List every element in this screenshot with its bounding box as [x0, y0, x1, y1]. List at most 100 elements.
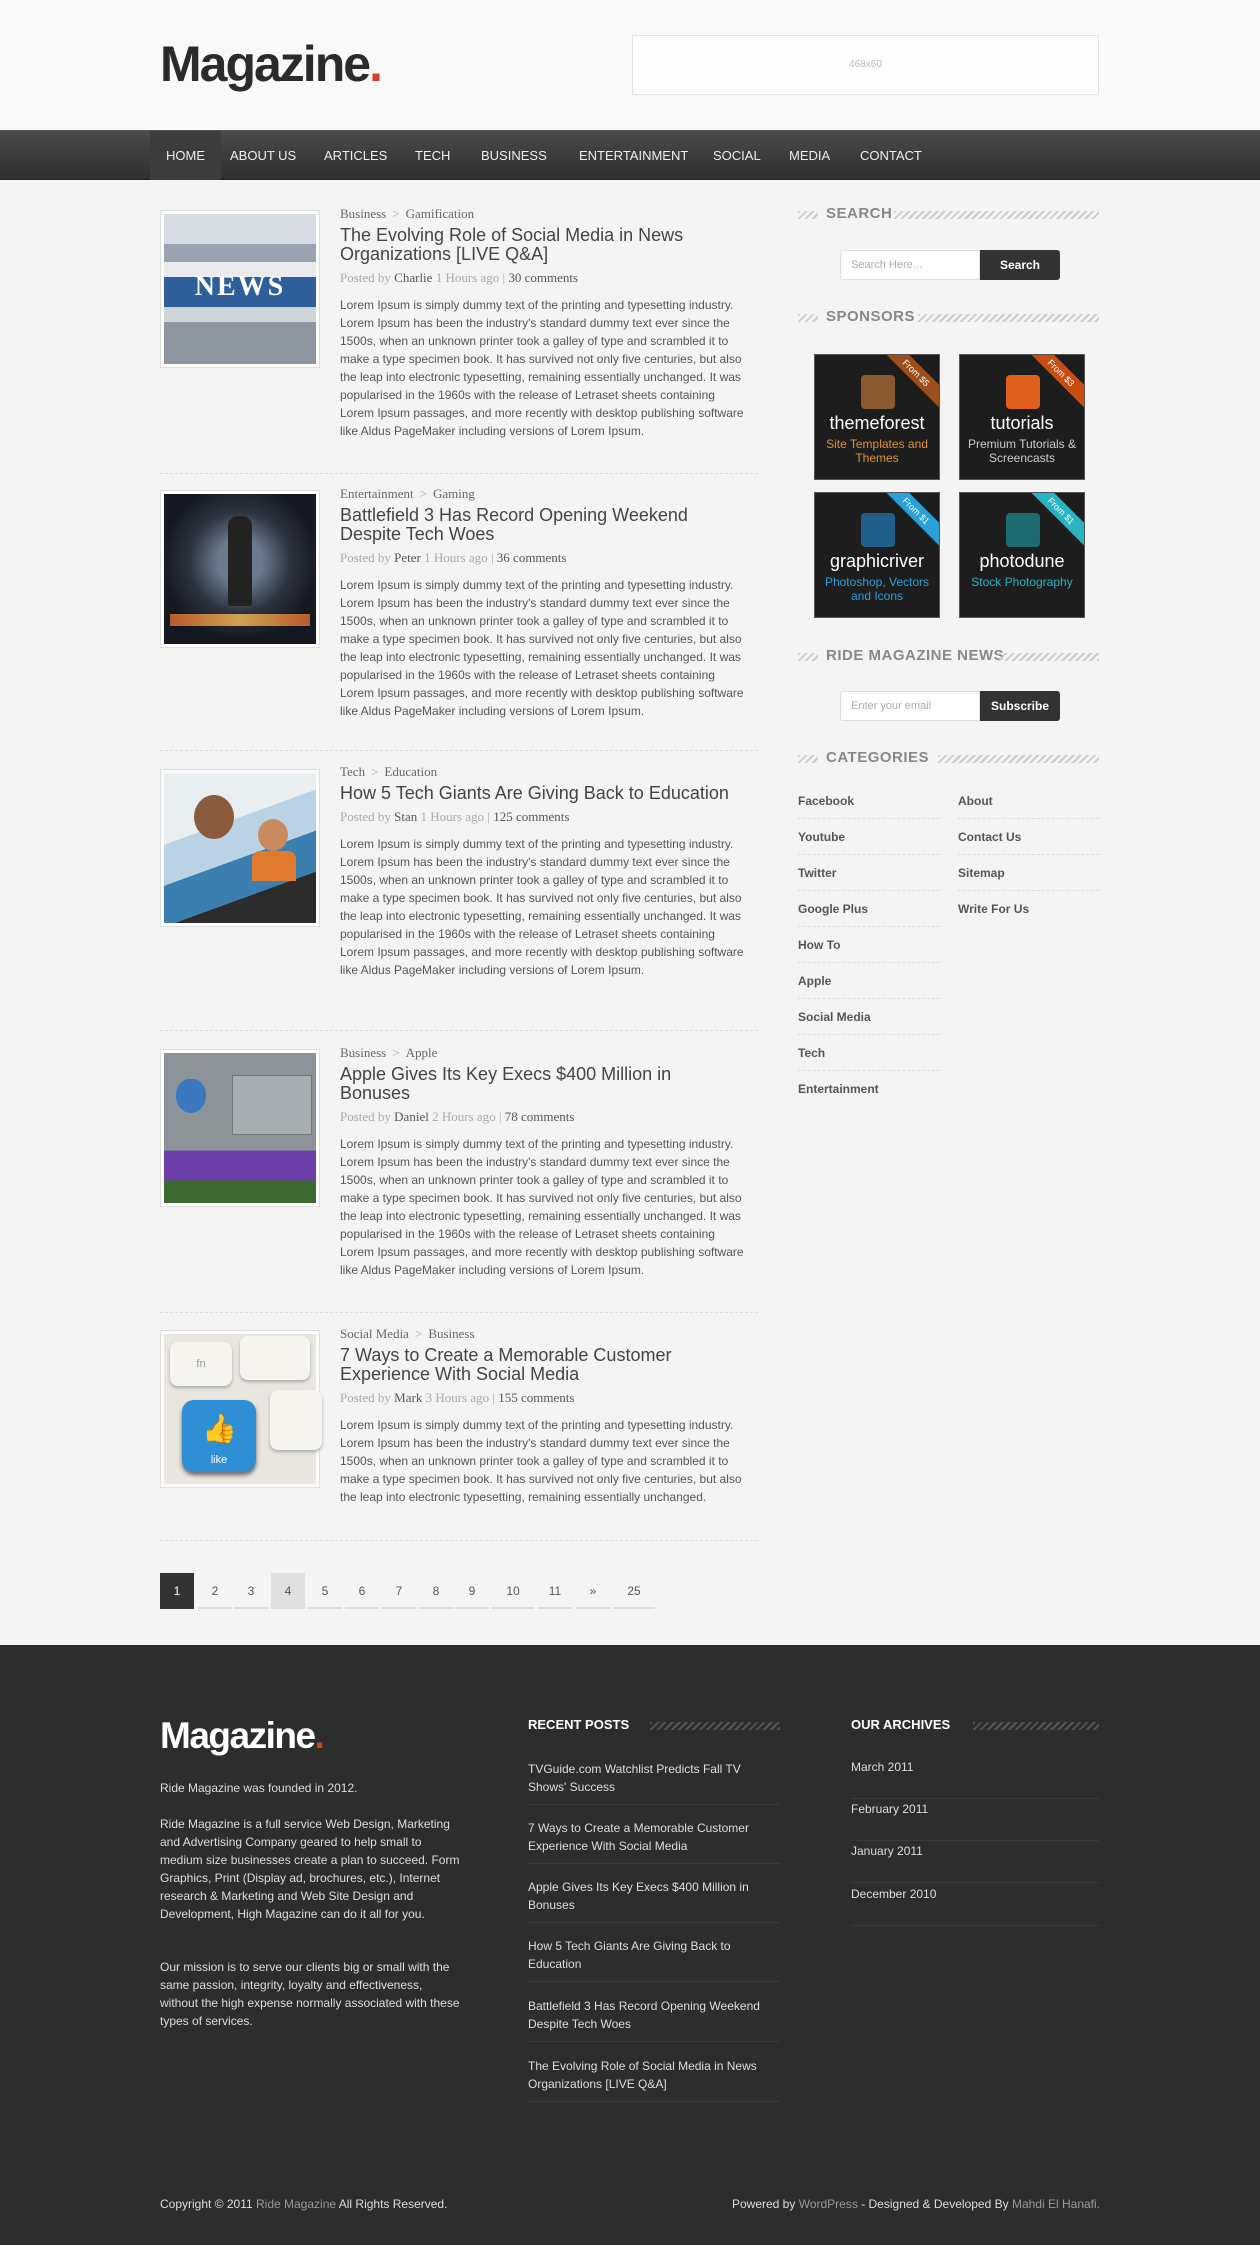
last-page-link[interactable]: 25	[613, 1573, 655, 1609]
post-title[interactable]: How 5 Tech Giants Are Giving Back to Edu…	[340, 784, 745, 803]
newsletter-email-input[interactable]: Enter your email	[840, 691, 980, 721]
ad-banner[interactable]: 468x60	[632, 35, 1099, 95]
page-link-current[interactable]: 1	[160, 1573, 194, 1609]
category-apple[interactable]: Apple	[798, 963, 940, 999]
page-link[interactable]: 3	[234, 1573, 268, 1609]
post-time: 1 Hours ago	[420, 809, 485, 824]
category-social-media[interactable]: Social Media	[798, 999, 940, 1035]
nav-about-us[interactable]: ABOUT US	[214, 131, 312, 180]
post-thumbnail[interactable]	[160, 1049, 320, 1207]
category-link[interactable]: Entertainment	[340, 486, 414, 501]
category-tech[interactable]: Tech	[798, 1035, 940, 1071]
nav-tech[interactable]: TECH	[399, 131, 466, 180]
archives-heading: OUR ARCHIVES	[851, 1717, 1099, 1737]
page-link[interactable]: 8	[419, 1573, 453, 1609]
post-thumbnail[interactable]: fn 👍 like	[160, 1330, 322, 1488]
category-link[interactable]: Gaming	[433, 486, 475, 501]
post-time: 3 Hours ago	[425, 1390, 490, 1405]
category-link[interactable]: Education	[384, 764, 437, 779]
post-item: fn 👍 like Social Media > Business 7 Ways t…	[160, 1313, 758, 1541]
page-link[interactable]: 9	[455, 1573, 489, 1609]
post-thumbnail[interactable]	[160, 769, 320, 927]
post-meta: Posted by Peter 1 Hours ago | 36 comment…	[340, 550, 567, 565]
nav-home[interactable]: HOME	[150, 131, 221, 180]
archive-link[interactable]: January 2011	[851, 1841, 1099, 1883]
page-link[interactable]: 5	[308, 1573, 342, 1609]
post-author[interactable]: Peter	[394, 550, 421, 565]
category-entertainment[interactable]: Entertainment	[798, 1071, 940, 1107]
recent-post-link[interactable]: 7 Ways to Create a Memorable Customer Ex…	[528, 1819, 780, 1864]
post-comments[interactable]: 30 comments	[508, 270, 578, 285]
sponsor-themeforest[interactable]: From $5 themeforest Site Templates and T…	[814, 354, 940, 480]
post-comments[interactable]: 125 comments	[493, 809, 569, 824]
sponsor-graphicriver[interactable]: From $1 graphicriver Photoshop, Vectors …	[814, 492, 940, 618]
page-link-sitemap[interactable]: Sitemap	[958, 855, 1099, 891]
page-link-write-for-us[interactable]: Write For Us	[958, 891, 1099, 927]
nav-entertainment[interactable]: ENTERTAINMENT	[563, 131, 704, 180]
category-how-to[interactable]: How To	[798, 927, 940, 963]
nav-social[interactable]: SOCIAL	[697, 131, 777, 180]
orange-shirt	[252, 851, 296, 881]
page-link[interactable]: 10	[492, 1573, 534, 1609]
recent-post-link[interactable]: TVGuide.com Watchlist Predicts Fall TV S…	[528, 1760, 780, 1805]
recent-post-link[interactable]: The Evolving Role of Social Media in New…	[528, 2057, 780, 2102]
archive-link[interactable]: March 2011	[851, 1757, 1099, 1799]
nav-business[interactable]: BUSINESS	[465, 131, 563, 180]
footer-logo[interactable]: Magazine.	[160, 1715, 325, 1757]
post-title[interactable]: 7 Ways to Create a Memorable Customer Ex…	[340, 1346, 745, 1384]
themeforest-icon	[861, 375, 895, 409]
post-author[interactable]: Stan	[394, 809, 417, 824]
category-youtube[interactable]: Youtube	[798, 819, 940, 855]
category-google-plus[interactable]: Google Plus	[798, 891, 940, 927]
search-input[interactable]: Search Here...	[840, 250, 980, 280]
category-link[interactable]: Business	[340, 1045, 386, 1060]
subscribe-button[interactable]: Subscribe	[980, 691, 1060, 721]
sponsors-heading: SPONSORS	[798, 308, 1099, 328]
post-thumbnail[interactable]	[160, 490, 320, 648]
search-button[interactable]: Search	[980, 250, 1060, 280]
page-link-contact-us[interactable]: Contact Us	[958, 819, 1099, 855]
page-link[interactable]: 6	[345, 1573, 379, 1609]
archive-link[interactable]: December 2010	[851, 1884, 1099, 1926]
post-author[interactable]: Mark	[394, 1390, 422, 1405]
post-title[interactable]: Battlefield 3 Has Record Opening Weekend…	[340, 506, 745, 544]
page-link[interactable]: 4	[271, 1573, 305, 1609]
category-link[interactable]: Tech	[340, 764, 365, 779]
nav-articles[interactable]: ARTICLES	[308, 131, 403, 180]
post-comments[interactable]: 155 comments	[498, 1390, 574, 1405]
keyboard-key	[270, 1390, 322, 1450]
category-link[interactable]: Gamification	[406, 206, 475, 221]
page-link[interactable]: 11	[538, 1573, 572, 1609]
recent-post-link[interactable]: How 5 Tech Giants Are Giving Back to Edu…	[528, 1937, 780, 1982]
post-title[interactable]: The Evolving Role of Social Media in New…	[340, 226, 745, 264]
post-author[interactable]: Daniel	[394, 1109, 429, 1124]
post-title[interactable]: Apple Gives Its Key Execs $400 Million i…	[340, 1065, 745, 1103]
recent-post-link[interactable]: Battlefield 3 Has Record Opening Weekend…	[528, 1997, 780, 2042]
archive-link[interactable]: February 2011	[851, 1799, 1099, 1841]
keyboard-like-image: fn 👍 like	[164, 1334, 322, 1484]
designer-link[interactable]: Mahdi El Hanafi.	[1012, 2197, 1100, 2211]
nav-contact[interactable]: CONTACT	[844, 131, 938, 180]
nav-media[interactable]: MEDIA	[773, 131, 846, 180]
category-link[interactable]: Apple	[406, 1045, 438, 1060]
category-link[interactable]: Business	[340, 206, 386, 221]
post-time: 1 Hours ago	[424, 550, 488, 565]
site-logo[interactable]: Magazine.	[160, 36, 383, 92]
category-twitter[interactable]: Twitter	[798, 855, 940, 891]
post-thumbnail[interactable]: NEWS	[160, 210, 320, 368]
copyright-site-link[interactable]: Ride Magazine	[256, 2197, 336, 2211]
category-link[interactable]: Business	[428, 1326, 474, 1341]
sponsor-tutorials[interactable]: From $3 tutorials Premium Tutorials & Sc…	[959, 354, 1085, 480]
page-link[interactable]: 2	[198, 1573, 232, 1609]
page-link[interactable]: 7	[382, 1573, 416, 1609]
post-comments[interactable]: 78 comments	[505, 1109, 575, 1124]
post-comments[interactable]: 36 comments	[497, 550, 567, 565]
category-facebook[interactable]: Facebook	[798, 783, 940, 819]
post-author[interactable]: Charlie	[394, 270, 432, 285]
recent-post-link[interactable]: Apple Gives Its Key Execs $400 Million i…	[528, 1878, 780, 1923]
page-link-about[interactable]: About	[958, 783, 1099, 819]
next-page-link[interactable]: »	[576, 1573, 610, 1609]
category-link[interactable]: Social Media	[340, 1326, 409, 1341]
sponsor-photodune[interactable]: From $1 photodune Stock Photography	[959, 492, 1085, 618]
wordpress-link[interactable]: WordPress	[799, 2197, 858, 2211]
